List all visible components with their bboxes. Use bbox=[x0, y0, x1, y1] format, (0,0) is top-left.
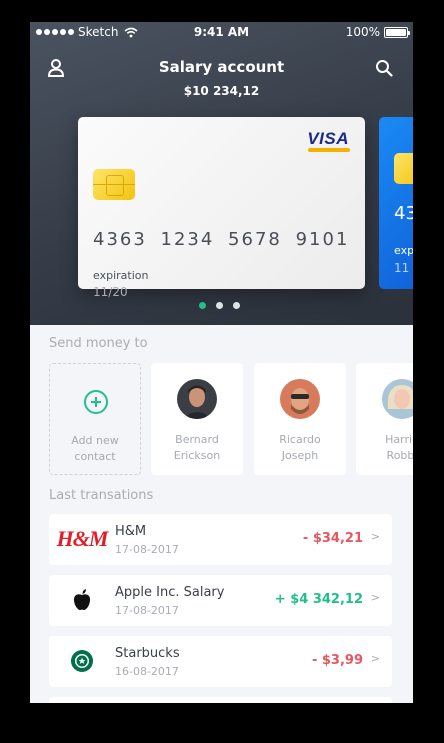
expiration-label: expiration bbox=[93, 269, 149, 282]
pager-dot[interactable] bbox=[216, 302, 223, 309]
transaction-date: 17-08-2017 bbox=[115, 543, 179, 556]
transaction-row[interactable] bbox=[49, 697, 392, 703]
account-header: Sketch 9:41 AM 100% Salary account $10 2… bbox=[30, 22, 413, 325]
contact-last-name: Erickson bbox=[173, 449, 221, 462]
battery-percent: 100% bbox=[345, 25, 380, 39]
contact-first-name: Harrie bbox=[385, 433, 413, 446]
contact-last-name: Joseph bbox=[281, 449, 319, 462]
card-pager bbox=[199, 302, 240, 309]
pager-dot[interactable] bbox=[233, 302, 240, 309]
contact-name: Ricardo Joseph bbox=[254, 432, 346, 464]
card-chip-icon bbox=[394, 153, 413, 184]
starbucks-glyph bbox=[71, 650, 93, 672]
account-balance: $10 234,12 bbox=[183, 84, 260, 98]
contact-name: Harrie Robbi bbox=[356, 432, 413, 464]
add-contact-label-line1: Add new bbox=[71, 434, 119, 447]
send-money-title: Send money to bbox=[49, 336, 148, 351]
transaction-name: Starbucks bbox=[115, 646, 180, 661]
card-chip-icon bbox=[93, 169, 135, 200]
contacts-carousel: Add new contact Bernard Erickson Ricardo… bbox=[49, 363, 413, 475]
hm-logo: H&M bbox=[57, 526, 109, 552]
add-icon bbox=[84, 390, 108, 414]
avatar bbox=[382, 379, 413, 419]
contact-last-name: Robbi bbox=[386, 449, 413, 462]
avatar bbox=[280, 379, 320, 419]
contact-card[interactable]: Ricardo Joseph bbox=[254, 363, 346, 475]
apple-glyph bbox=[73, 589, 91, 610]
transaction-date: 17-08-2017 bbox=[115, 604, 179, 617]
contact-first-name: Bernard bbox=[175, 433, 219, 446]
transaction-name: Apple Inc. Salary bbox=[115, 585, 225, 600]
visa-swoosh bbox=[308, 148, 350, 152]
transaction-row[interactable]: Starbucks 16-08-2017 - $3,99 > bbox=[49, 636, 392, 687]
add-contact-button[interactable]: Add new contact bbox=[49, 363, 141, 475]
status-bar: Sketch 9:41 AM 100% bbox=[30, 22, 413, 42]
status-right: 100% bbox=[345, 25, 410, 39]
apple-icon bbox=[63, 587, 101, 613]
chevron-right-icon: > bbox=[370, 652, 380, 665]
transaction-amount: - $3,99 bbox=[311, 653, 363, 668]
transaction-date: 16-08-2017 bbox=[115, 665, 179, 678]
search-icon[interactable] bbox=[375, 59, 393, 77]
transaction-amount: - $34,21 bbox=[302, 531, 363, 546]
contact-card[interactable]: Bernard Erickson bbox=[151, 363, 243, 475]
credit-card[interactable]: VISA 4363 1234 5678 9101 expiration 11/2… bbox=[78, 117, 365, 299]
expiration-value: 11/20 bbox=[93, 285, 128, 299]
phone-screen: Sketch 9:41 AM 100% Salary account $10 2… bbox=[30, 22, 413, 703]
next-card-number: 43 bbox=[394, 203, 413, 224]
transaction-name: H&M bbox=[115, 524, 147, 539]
contact-card[interactable]: Harrie Robbi bbox=[356, 363, 413, 475]
battery-icon bbox=[384, 26, 410, 38]
contact-name: Bernard Erickson bbox=[151, 432, 243, 464]
starbucks-icon bbox=[63, 648, 101, 674]
next-card-expiration-value: 11 bbox=[394, 261, 410, 275]
add-contact-label-line2: contact bbox=[74, 450, 116, 463]
transaction-row[interactable]: Apple Inc. Salary 17-08-2017 + $4 342,12… bbox=[49, 575, 392, 626]
add-contact-label: Add new contact bbox=[50, 433, 140, 465]
chevron-right-icon: > bbox=[370, 530, 380, 543]
avatar bbox=[177, 379, 217, 419]
account-title: Salary account bbox=[158, 58, 285, 76]
transaction-row[interactable]: H&M H&M 17-08-2017 - $34,21 > bbox=[49, 514, 392, 565]
transaction-amount: + $4 342,12 bbox=[274, 592, 363, 607]
transactions-title: Last transations bbox=[49, 488, 154, 503]
chevron-right-icon: > bbox=[370, 591, 380, 604]
card-number: 4363 1234 5678 9101 bbox=[93, 229, 350, 250]
next-card-expiration-label: exp bbox=[394, 244, 413, 257]
next-card[interactable]: 43 exp 11 bbox=[379, 117, 413, 289]
contact-first-name: Ricardo bbox=[279, 433, 321, 446]
visa-logo: VISA bbox=[307, 129, 349, 148]
hm-logo-text: H&M bbox=[56, 526, 109, 551]
pager-dot[interactable] bbox=[199, 302, 206, 309]
